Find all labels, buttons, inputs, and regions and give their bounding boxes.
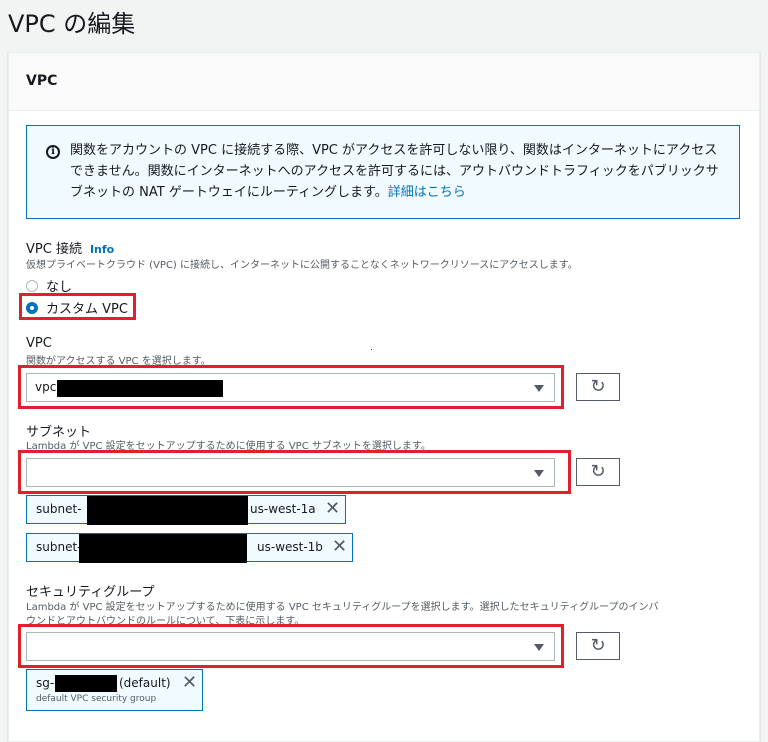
radio-custom-vpc-label: カスタム VPC bbox=[46, 302, 128, 317]
security-group-select[interactable] bbox=[26, 632, 555, 661]
vpc-select[interactable]: vpc- bbox=[26, 373, 555, 402]
info-alert-text: 関数をアカウントの VPC に接続する際、VPC がアクセスを許可しない限り、関… bbox=[70, 140, 720, 203]
refresh-icon: ↻ bbox=[590, 461, 606, 482]
chevron-down-icon bbox=[534, 644, 544, 651]
redacted-subnet-id bbox=[79, 534, 247, 563]
redacted-subnet-id bbox=[87, 496, 248, 525]
radio-none-circle[interactable] bbox=[26, 279, 38, 292]
redacted-sg-id bbox=[55, 675, 117, 692]
chevron-down-icon bbox=[534, 385, 544, 392]
vpc-panel: VPC i 関数をアカウントの VPC に接続する際、VPC がアクセスを許可し… bbox=[8, 52, 760, 742]
radio-custom-vpc-circle[interactable] bbox=[26, 301, 38, 314]
close-icon[interactable]: ✕ bbox=[332, 537, 347, 557]
close-icon[interactable]: ✕ bbox=[325, 499, 340, 519]
subnet-token-az: us-west-1b bbox=[257, 540, 323, 554]
refresh-icon: ↻ bbox=[590, 376, 606, 397]
security-group-token: sg- (default) ✕ default VPC security gro… bbox=[26, 669, 203, 711]
info-alert: i 関数をアカウントの VPC に接続する際、VPC がアクセスを許可しない限り… bbox=[26, 125, 740, 219]
learn-more-link[interactable]: 詳細はこちら bbox=[388, 185, 466, 200]
subnet-token: subnet- us-west-1b ✕ bbox=[26, 533, 353, 563]
refresh-vpc-button[interactable]: ↻ bbox=[576, 373, 620, 401]
subnet-select[interactable] bbox=[26, 458, 555, 487]
vpc-label: VPC bbox=[26, 336, 52, 351]
panel-header: VPC bbox=[9, 53, 759, 111]
redacted-vpc-id bbox=[57, 380, 223, 397]
refresh-subnet-button[interactable]: ↻ bbox=[576, 458, 620, 486]
subnet-token-prefix: subnet- bbox=[36, 540, 82, 554]
info-icon: i bbox=[46, 145, 60, 159]
subnet-token: subnet- us-west-1a ✕ bbox=[26, 495, 346, 525]
panel-title: VPC bbox=[26, 73, 58, 89]
refresh-security-group-button[interactable]: ↻ bbox=[576, 632, 620, 660]
stray-dot bbox=[371, 349, 372, 350]
security-group-token-description: default VPC security group bbox=[36, 694, 157, 704]
close-icon[interactable]: ✕ bbox=[182, 673, 197, 693]
vpc-connection-label: VPC 接続 Info bbox=[26, 238, 114, 257]
vpc-connection-description: 仮想プライベートクラウド (VPC) に接続し、インターネットに公開することなく… bbox=[26, 260, 578, 271]
security-group-description-1: Lambda が VPC 設定をセットアップするために使用する VPC セキュリ… bbox=[26, 602, 659, 613]
subnet-token-az: us-west-1a bbox=[250, 502, 316, 516]
vpc-connection-info-link[interactable]: Info bbox=[90, 243, 114, 256]
vpc-connection-label-text: VPC 接続 bbox=[26, 242, 82, 257]
chevron-down-icon bbox=[534, 470, 544, 477]
subnet-token-prefix: subnet- bbox=[36, 502, 82, 516]
page-title: VPC の編集 bbox=[8, 10, 136, 38]
security-group-token-suffix: (default) bbox=[119, 676, 171, 690]
security-group-token-prefix: sg- bbox=[36, 676, 55, 690]
radio-custom-vpc[interactable]: カスタム VPC bbox=[26, 298, 128, 317]
refresh-icon: ↻ bbox=[590, 635, 606, 656]
